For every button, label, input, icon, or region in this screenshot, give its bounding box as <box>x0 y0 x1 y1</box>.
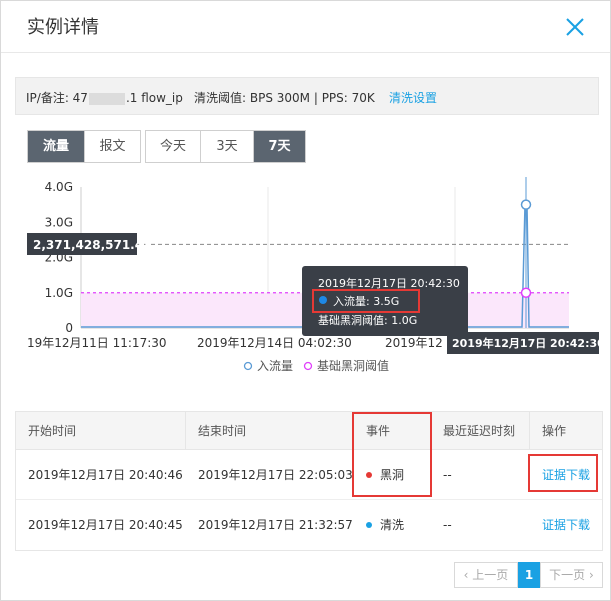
tooltip-inbound-marker <box>319 296 327 304</box>
cell-delay: -- <box>443 468 452 482</box>
cell-end: 2019年12月17日 21:32:57 <box>198 518 353 532</box>
tab-traffic[interactable]: 流量 <box>28 131 85 162</box>
cursor-time-label: 2019年12月17日 20:42:30 <box>447 332 599 354</box>
scrub-settings-link[interactable]: 清洗设置 <box>389 89 437 106</box>
cell-event: 清洗 <box>354 500 431 550</box>
legend-blackhole-marker <box>303 361 313 371</box>
x-tick-label: 2019年12月14日 04:02:30 <box>197 336 352 350</box>
y-tick-label: 4.0G <box>45 180 73 194</box>
cell-action: 证据下载 <box>530 450 602 500</box>
cell-event: 黑洞 <box>354 450 431 500</box>
y-tick-label: 1.0G <box>45 286 73 300</box>
prev-page-label: 上一页 <box>472 568 509 582</box>
tooltip: 2019年12月17日 20:42:30 入流量: 3.5G 基础黑洞阈值: 1… <box>302 266 468 336</box>
reference-value-label: 2,371,428,571.43 <box>27 233 151 255</box>
event-label: 黑洞 <box>380 468 405 482</box>
x-tick-label: 2019年12 <box>385 336 443 350</box>
th-latest-delay: 最近延迟时刻 <box>431 412 530 450</box>
x-tick-label: 19年12月11日 11:17:30 <box>27 336 167 350</box>
legend-blackhole: 基础黑洞阈值 <box>317 358 389 373</box>
tab-packets[interactable]: 报文 <box>85 131 140 162</box>
evidence-download-link[interactable]: 证据下载 <box>542 468 590 482</box>
cell-action: 证据下载 <box>530 500 602 550</box>
scrub-threshold: 清洗阈值: BPS 300M | PPS: 70K <box>194 91 375 105</box>
legend-inbound-marker <box>243 361 253 371</box>
chart-legend: 入流量 基础黑洞阈值 <box>243 358 389 373</box>
pagination: ‹ 上一页 1 下一页 › <box>454 562 603 588</box>
instance-detail-dialog: 实例详情 IP/备注: 47 .1 flow_ip 清洗阈值: BPS 300M … <box>0 0 611 601</box>
evidence-download-link[interactable]: 证据下载 <box>542 518 590 532</box>
th-event: 事件 <box>354 412 431 450</box>
metric-type-tabs: 流量 报文 <box>27 130 141 163</box>
tooltip-blackhole: 基础黑洞阈值: 1.0G <box>318 313 417 327</box>
th-end-time: 结束时间 <box>186 412 354 450</box>
time-range-tabs: 今天 3天 7天 <box>145 130 306 163</box>
traffic-chart: 4.0G3.0G2.0G1.0G0 19年12月11日 11:17:30 2019… <box>27 177 599 373</box>
ip-prefix: IP/备注: 47 <box>26 91 88 105</box>
page-1-button[interactable]: 1 <box>518 562 540 588</box>
prev-page-button[interactable]: ‹ 上一页 <box>454 562 518 588</box>
events-table: 开始时间 结束时间 事件 最近延迟时刻 操作 2019年12月17日 20:40… <box>15 411 603 551</box>
next-page-button[interactable]: 下一页 › <box>540 562 603 588</box>
th-action: 操作 <box>542 424 567 438</box>
cursor-time-text: 2019年12月17日 20:42:30 <box>452 336 599 350</box>
instance-info-bar: IP/备注: 47 .1 flow_ip 清洗阈值: BPS 300M | PPS… <box>15 77 599 115</box>
event-status-dot <box>366 521 372 528</box>
cell-start: 2019年12月17日 20:40:45 <box>28 518 183 532</box>
legend-inbound: 入流量 <box>257 359 293 373</box>
tooltip-inbound: 入流量: 3.5G <box>333 294 399 308</box>
tooltip-time: 2019年12月17日 20:42:30 <box>318 276 460 290</box>
ip-remark: IP/备注: 47 .1 flow_ip <box>26 89 183 106</box>
dialog-header: 实例详情 <box>1 1 610 53</box>
table-row: 2019年12月17日 20:40:46 2019年12月17日 22:05:0… <box>16 450 602 500</box>
y-tick-label: 0 <box>65 321 73 335</box>
masked-ip-segment <box>88 92 125 105</box>
inbound-peak-point[interactable] <box>520 199 532 210</box>
tab-3-days[interactable]: 3天 <box>201 131 254 162</box>
blackhole-point[interactable] <box>520 287 532 298</box>
next-page-label: 下一页 <box>549 568 586 582</box>
tab-today[interactable]: 今天 <box>146 131 201 162</box>
cell-end: 2019年12月17日 22:05:03 <box>198 468 353 482</box>
reference-value-text: 2,371,428,571.43 <box>33 238 151 252</box>
table-row: 2019年12月17日 20:40:45 2019年12月17日 21:32:5… <box>16 500 602 550</box>
close-icon[interactable] <box>563 15 587 39</box>
event-label: 清洗 <box>380 518 405 532</box>
ip-suffix: .1 flow_ip <box>125 91 183 105</box>
th-start-time: 开始时间 <box>16 412 186 450</box>
event-status-dot <box>366 471 372 478</box>
table-header: 开始时间 结束时间 事件 最近延迟时刻 操作 <box>16 412 602 450</box>
dialog-title: 实例详情 <box>27 17 99 38</box>
cell-delay: -- <box>443 518 452 532</box>
cell-start: 2019年12月17日 20:40:46 <box>28 468 183 482</box>
y-tick-label: 3.0G <box>45 215 73 229</box>
tab-7-days[interactable]: 7天 <box>254 131 305 162</box>
